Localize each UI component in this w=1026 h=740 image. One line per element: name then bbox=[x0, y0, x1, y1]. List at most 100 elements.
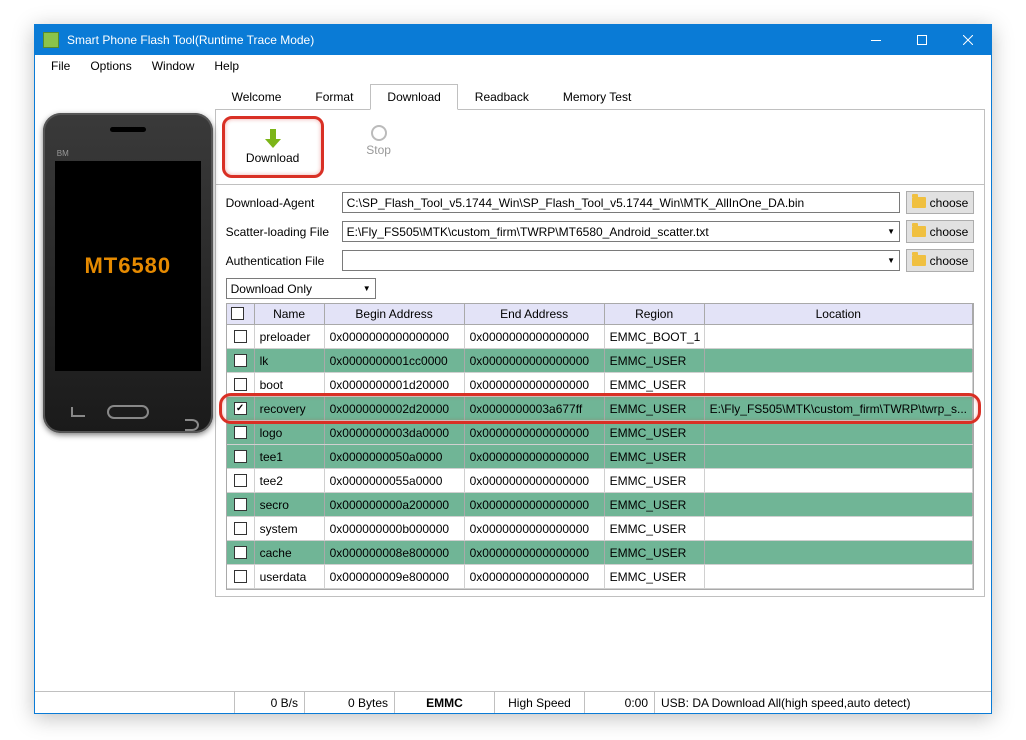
table-row[interactable]: secro0x000000000a2000000x000000000000000… bbox=[227, 493, 973, 517]
row-location bbox=[705, 325, 973, 348]
row-check-cell[interactable] bbox=[227, 565, 255, 588]
tab-memory-test[interactable]: Memory Test bbox=[546, 84, 648, 110]
table-row[interactable]: lk0x0000000001cc00000x0000000000000000EM… bbox=[227, 349, 973, 373]
header-name[interactable]: Name bbox=[255, 304, 325, 324]
checkbox-icon[interactable] bbox=[234, 522, 247, 535]
checkbox-icon[interactable] bbox=[234, 378, 247, 391]
row-check-cell[interactable] bbox=[227, 373, 255, 396]
status-storage: EMMC bbox=[395, 692, 495, 713]
row-name: userdata bbox=[255, 565, 325, 588]
table-row[interactable]: cache0x000000008e8000000x000000000000000… bbox=[227, 541, 973, 565]
checkbox-icon[interactable] bbox=[234, 450, 247, 463]
download-highlight: Download bbox=[222, 116, 324, 178]
row-begin: 0x0000000055a0000 bbox=[325, 469, 465, 492]
status-progress bbox=[35, 692, 235, 713]
row-end: 0x0000000000000000 bbox=[465, 325, 605, 348]
table-row[interactable]: recovery0x0000000002d200000x0000000003a6… bbox=[227, 397, 973, 421]
row-check-cell[interactable] bbox=[227, 493, 255, 516]
titlebar[interactable]: Smart Phone Flash Tool(Runtime Trace Mod… bbox=[35, 25, 991, 55]
tab-strip: Welcome Format Download Readback Memory … bbox=[215, 83, 985, 110]
row-end: 0x0000000000000000 bbox=[465, 493, 605, 516]
table-row[interactable]: tee20x0000000055a00000x0000000000000000E… bbox=[227, 469, 973, 493]
menu-options[interactable]: Options bbox=[80, 56, 141, 76]
maximize-button[interactable] bbox=[899, 25, 945, 55]
row-begin: 0x0000000001d20000 bbox=[325, 373, 465, 396]
row-name: secro bbox=[255, 493, 325, 516]
scatter-combo[interactable]: E:\Fly_FS505\MTK\custom_firm\TWRP\MT6580… bbox=[342, 221, 900, 242]
menu-help[interactable]: Help bbox=[204, 56, 249, 76]
menu-file[interactable]: File bbox=[41, 56, 80, 76]
header-location[interactable]: Location bbox=[705, 304, 973, 324]
content-area: BM MT6580 Welcome Format Download Readba… bbox=[35, 77, 991, 691]
table-row[interactable]: boot0x0000000001d200000x0000000000000000… bbox=[227, 373, 973, 397]
checkbox-icon[interactable] bbox=[234, 474, 247, 487]
header-begin[interactable]: Begin Address bbox=[325, 304, 465, 324]
header-check[interactable] bbox=[227, 304, 255, 324]
auth-choose-button[interactable]: choose bbox=[906, 249, 974, 272]
checkbox-icon[interactable] bbox=[234, 498, 247, 511]
row-name: tee2 bbox=[255, 469, 325, 492]
checkbox-icon[interactable] bbox=[234, 546, 247, 559]
row-location bbox=[705, 421, 973, 444]
auth-label: Authentication File bbox=[226, 254, 336, 268]
row-begin: 0x0000000000000000 bbox=[325, 325, 465, 348]
row-check-cell[interactable] bbox=[227, 541, 255, 564]
close-button[interactable] bbox=[945, 25, 991, 55]
row-check-cell[interactable] bbox=[227, 397, 255, 420]
table-row[interactable]: logo0x0000000003da00000x0000000000000000… bbox=[227, 421, 973, 445]
row-location bbox=[705, 565, 973, 588]
header-end[interactable]: End Address bbox=[465, 304, 605, 324]
tab-readback[interactable]: Readback bbox=[458, 84, 546, 110]
scatter-choose-button[interactable]: choose bbox=[906, 220, 974, 243]
row-location bbox=[705, 469, 973, 492]
checkbox-icon[interactable] bbox=[231, 307, 244, 320]
download-button[interactable]: Download bbox=[228, 122, 318, 172]
table-row[interactable]: preloader0x00000000000000000x00000000000… bbox=[227, 325, 973, 349]
checkbox-icon[interactable] bbox=[234, 570, 247, 583]
checkbox-icon[interactable] bbox=[234, 426, 247, 439]
stop-icon bbox=[371, 125, 387, 141]
tab-welcome[interactable]: Welcome bbox=[215, 84, 299, 110]
header-region[interactable]: Region bbox=[605, 304, 705, 324]
checkbox-icon[interactable] bbox=[234, 330, 247, 343]
minimize-button[interactable] bbox=[853, 25, 899, 55]
phone-image: BM MT6580 bbox=[43, 113, 213, 433]
menu-window[interactable]: Window bbox=[142, 56, 205, 76]
row-name: boot bbox=[255, 373, 325, 396]
row-region: EMMC_USER bbox=[605, 469, 705, 492]
checkbox-icon[interactable] bbox=[234, 402, 247, 415]
toolbar: Download Stop bbox=[215, 110, 985, 185]
row-check-cell[interactable] bbox=[227, 325, 255, 348]
folder-icon bbox=[912, 255, 926, 266]
table-row[interactable]: userdata0x000000009e8000000x000000000000… bbox=[227, 565, 973, 589]
row-region: EMMC_BOOT_1 bbox=[605, 325, 705, 348]
stop-button[interactable]: Stop bbox=[334, 116, 424, 166]
da-choose-button[interactable]: choose bbox=[906, 191, 974, 214]
auth-combo[interactable] bbox=[342, 250, 900, 271]
da-input[interactable] bbox=[342, 192, 900, 213]
download-mode-select[interactable]: Download Only bbox=[226, 278, 376, 299]
row-begin: 0x000000008e800000 bbox=[325, 541, 465, 564]
row-begin: 0x0000000001cc0000 bbox=[325, 349, 465, 372]
row-begin: 0x0000000050a0000 bbox=[325, 445, 465, 468]
phone-pane: BM MT6580 bbox=[41, 83, 215, 685]
row-check-cell[interactable] bbox=[227, 517, 255, 540]
table-row[interactable]: system0x000000000b0000000x00000000000000… bbox=[227, 517, 973, 541]
row-end: 0x0000000003a677ff bbox=[465, 397, 605, 420]
row-check-cell[interactable] bbox=[227, 469, 255, 492]
tab-format[interactable]: Format bbox=[298, 84, 370, 110]
row-check-cell[interactable] bbox=[227, 421, 255, 444]
row-check-cell[interactable] bbox=[227, 349, 255, 372]
row-name: recovery bbox=[255, 397, 325, 420]
partition-grid: Name Begin Address End Address Region Lo… bbox=[226, 303, 974, 590]
tab-download[interactable]: Download bbox=[370, 84, 457, 110]
row-end: 0x0000000000000000 bbox=[465, 469, 605, 492]
row-end: 0x0000000000000000 bbox=[465, 373, 605, 396]
checkbox-icon[interactable] bbox=[234, 354, 247, 367]
table-row[interactable]: tee10x0000000050a00000x0000000000000000E… bbox=[227, 445, 973, 469]
row-check-cell[interactable] bbox=[227, 445, 255, 468]
row-name: cache bbox=[255, 541, 325, 564]
row-region: EMMC_USER bbox=[605, 541, 705, 564]
row-location bbox=[705, 541, 973, 564]
row-region: EMMC_USER bbox=[605, 421, 705, 444]
